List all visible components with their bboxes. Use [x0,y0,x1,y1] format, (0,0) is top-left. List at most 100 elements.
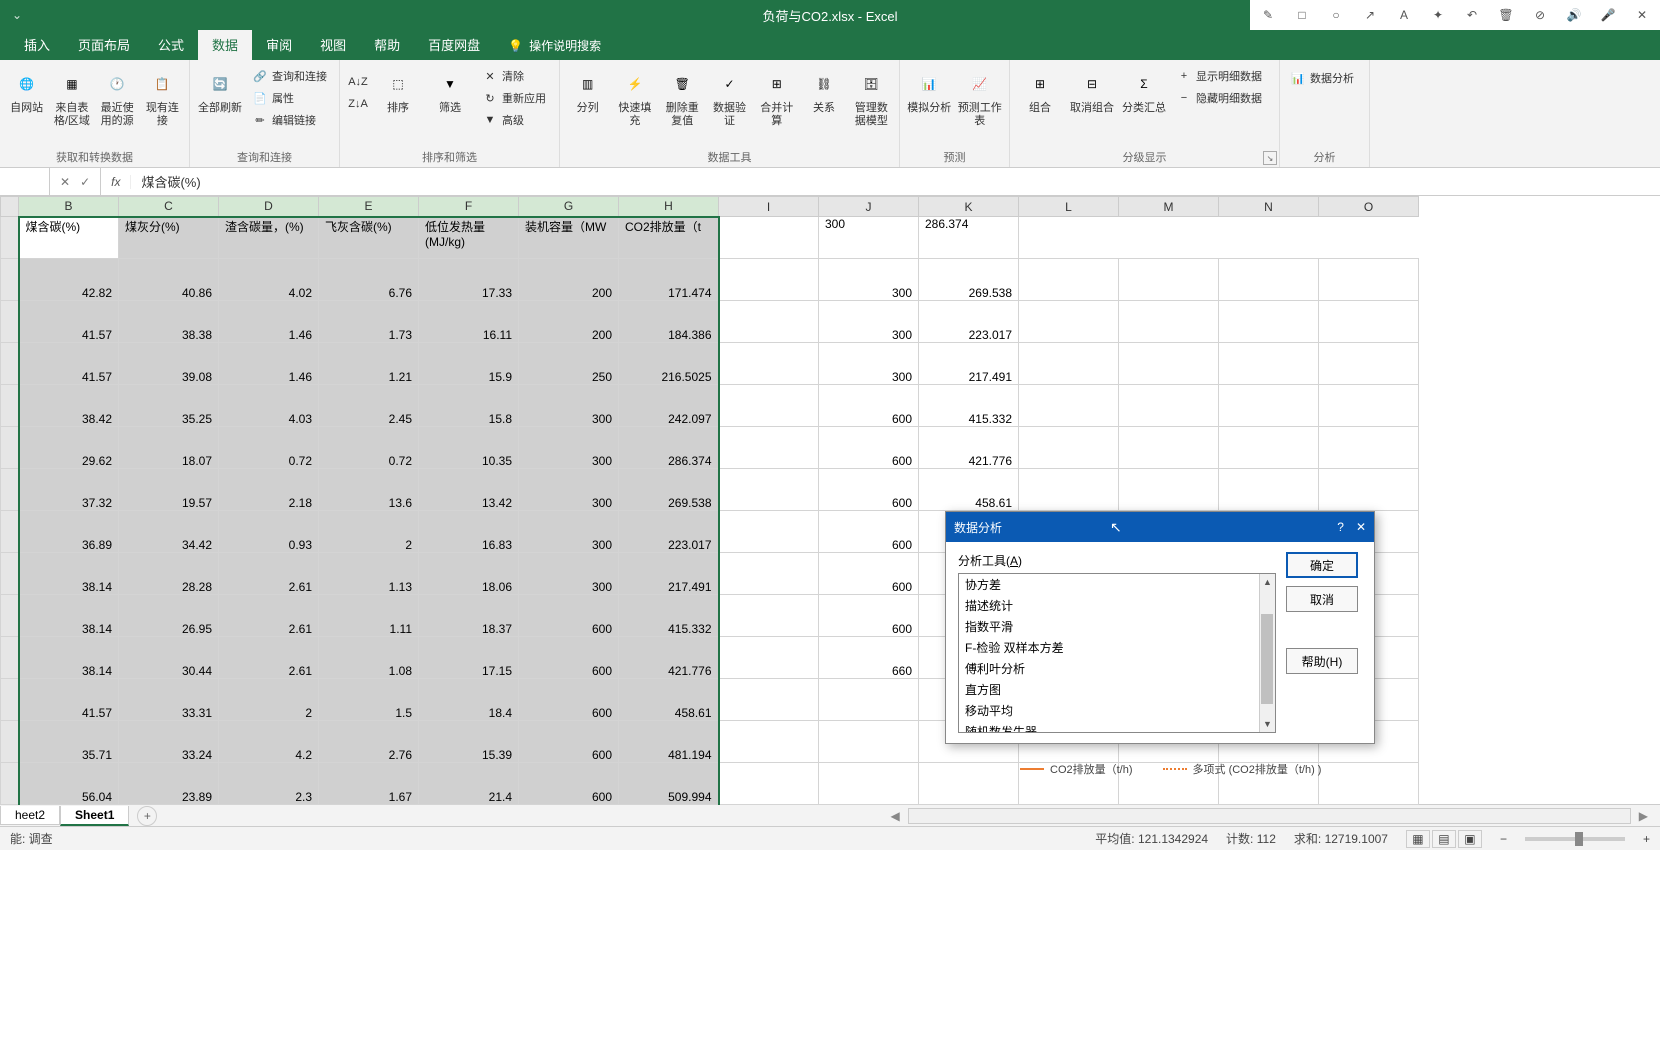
cell-F3[interactable]: 16.11 [419,301,519,343]
cell-H-header[interactable]: CO2排放量（t [619,217,719,259]
cell-D7[interactable]: 2.18 [219,469,319,511]
cell-empty[interactable] [1119,301,1219,343]
col-header-H[interactable]: H [619,197,719,217]
cell-B11[interactable]: 38.14 [19,637,119,679]
group-button[interactable]: ⊞组合 [1016,64,1064,115]
cell-K2[interactable]: 269.538 [919,259,1019,301]
tab-view[interactable]: 视图 [306,29,360,60]
cell-E11[interactable]: 1.08 [319,637,419,679]
cell-D3[interactable]: 1.46 [219,301,319,343]
accept-formula-icon[interactable]: ✓ [80,175,90,189]
cell-I-header[interactable] [719,217,819,259]
cell-B8[interactable]: 36.89 [19,511,119,553]
queries-conn-button[interactable]: 🔗查询和连接 [248,66,331,86]
cell-G10[interactable]: 600 [519,595,619,637]
cancel-button[interactable]: 取消 [1286,586,1358,612]
dialog-titlebar[interactable]: 数据分析 ? ✕ [946,512,1374,542]
cell-G8[interactable]: 300 [519,511,619,553]
cell-B7[interactable]: 37.32 [19,469,119,511]
cell-E3[interactable]: 1.73 [319,301,419,343]
cell-C11[interactable]: 30.44 [119,637,219,679]
cell-B9[interactable]: 38.14 [19,553,119,595]
cell-J7[interactable]: 600 [819,469,919,511]
reapply-button[interactable]: ↻重新应用 [478,88,550,108]
col-header-D[interactable]: D [219,197,319,217]
col-header-O[interactable]: O [1319,197,1419,217]
spreadsheet-grid[interactable]: BCDEFGHIJKLMNO煤含碳(%)煤灰分(%)渣含碳量，(%)飞灰含碳(%… [0,196,1660,804]
cell-I6[interactable] [719,427,819,469]
cell-B14[interactable]: 56.04 [19,763,119,805]
tab-insert[interactable]: 插入 [10,29,64,60]
formula-input[interactable]: 煤含碳(%) [131,172,1660,191]
cell-C5[interactable]: 35.25 [119,385,219,427]
cell-I9[interactable] [719,553,819,595]
cell-B2[interactable]: 42.82 [19,259,119,301]
col-header-M[interactable]: M [1119,197,1219,217]
cell-G9[interactable]: 300 [519,553,619,595]
col-header-E[interactable]: E [319,197,419,217]
page-layout-view-button[interactable]: ▤ [1432,830,1456,848]
cell-C9[interactable]: 28.28 [119,553,219,595]
cell-H11[interactable]: 421.776 [619,637,719,679]
cell-empty[interactable] [1119,469,1219,511]
arrow-icon[interactable]: ↗ [1360,5,1380,25]
text-icon[interactable]: A [1394,5,1414,25]
col-header-C[interactable]: C [119,197,219,217]
cell-D14[interactable]: 2.3 [219,763,319,805]
scroll-thumb[interactable] [1261,614,1273,704]
cell-G11[interactable]: 600 [519,637,619,679]
cell-B12[interactable]: 41.57 [19,679,119,721]
cell-H9[interactable]: 217.491 [619,553,719,595]
hscroll-left-icon[interactable]: ◀ [886,809,903,823]
cell-K14[interactable] [919,763,1019,805]
cell-K5[interactable]: 415.332 [919,385,1019,427]
circle-icon[interactable]: ○ [1326,5,1346,25]
hide-detail-button[interactable]: −隐藏明细数据 [1172,88,1266,108]
col-header-F[interactable]: F [419,197,519,217]
cell-D-header[interactable]: 渣含碳量，(%) [219,217,319,259]
cell-G14[interactable]: 600 [519,763,619,805]
close-icon[interactable]: ✕ [1632,5,1652,25]
cell-empty[interactable] [1219,427,1319,469]
cell-empty[interactable] [1319,385,1419,427]
cell-empty[interactable] [1019,343,1119,385]
magic-icon[interactable]: ✦ [1428,5,1448,25]
cell-J3[interactable]: 300 [819,301,919,343]
cell-H2[interactable]: 171.474 [619,259,719,301]
cell-D2[interactable]: 4.02 [219,259,319,301]
cell-C10[interactable]: 26.95 [119,595,219,637]
cell-J5[interactable]: 600 [819,385,919,427]
cell-empty[interactable] [1119,385,1219,427]
trash-icon[interactable]: 🗑 [1496,5,1516,25]
tool-item-移动平均[interactable]: 移动平均 [959,700,1275,721]
cell-G6[interactable]: 300 [519,427,619,469]
cell-H3[interactable]: 184.386 [619,301,719,343]
cell-F10[interactable]: 18.37 [419,595,519,637]
cell-E12[interactable]: 1.5 [319,679,419,721]
cell-B10[interactable]: 38.14 [19,595,119,637]
tab-help[interactable]: 帮助 [360,29,414,60]
filter-button[interactable]: ▼筛选 [426,64,474,115]
cell-C12[interactable]: 33.31 [119,679,219,721]
tool-item-傅利叶分析[interactable]: 傅利叶分析 [959,658,1275,679]
name-box[interactable] [0,168,50,195]
cell-G4[interactable]: 250 [519,343,619,385]
cancel-formula-icon[interactable]: ✕ [60,175,70,189]
sheet-tab-heet2[interactable]: heet2 [0,806,60,825]
ok-button[interactable]: 确定 [1286,552,1358,578]
cell-B3[interactable]: 41.57 [19,301,119,343]
recent-sources-button[interactable]: 🕐最近使用的源 [97,64,138,128]
cell-J2[interactable]: 300 [819,259,919,301]
cell-D6[interactable]: 0.72 [219,427,319,469]
cell-empty[interactable] [1219,259,1319,301]
tab-page-layout[interactable]: 页面布局 [64,29,144,60]
remove-dup-button[interactable]: 🗑删除重复值 [661,64,704,128]
cell-G13[interactable]: 600 [519,721,619,763]
cell-D5[interactable]: 4.03 [219,385,319,427]
cell-H4[interactable]: 216.5025 [619,343,719,385]
properties-button[interactable]: 📄属性 [248,88,331,108]
cell-I4[interactable] [719,343,819,385]
cell-E10[interactable]: 1.11 [319,595,419,637]
col-header-J[interactable]: J [819,197,919,217]
cell-G-header[interactable]: 装机容量（MW [519,217,619,259]
